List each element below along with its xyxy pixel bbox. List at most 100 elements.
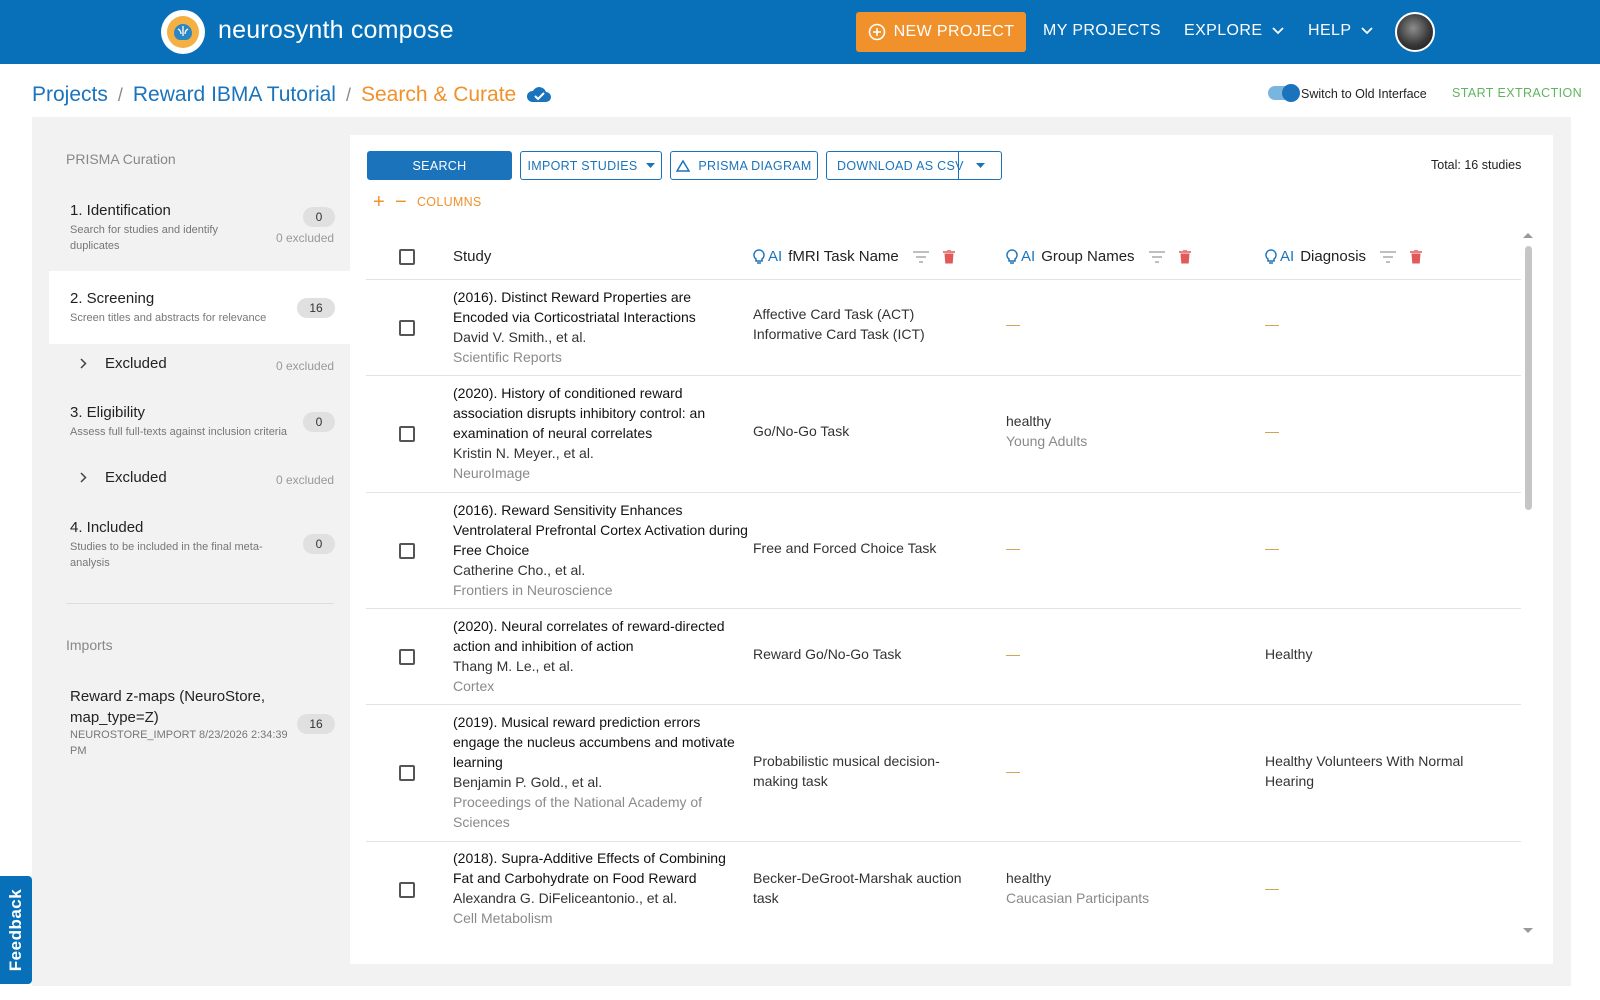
- brand-name[interactable]: neurosynth compose: [218, 16, 454, 45]
- breadcrumb-project[interactable]: Reward IBMA Tutorial: [133, 83, 336, 107]
- study-title[interactable]: (2018). Supra-Additive Effects of Combin…: [453, 848, 748, 888]
- diagnosis-cell: Healthy Volunteers With Normal Hearing: [1265, 753, 1464, 789]
- study-title[interactable]: (2020). History of conditioned reward as…: [453, 383, 748, 443]
- excluded-count: 0 excluded: [276, 359, 335, 373]
- row-checkbox[interactable]: [399, 320, 415, 336]
- filter-icon[interactable]: [1148, 250, 1165, 263]
- table-scrollbar[interactable]: [1525, 246, 1532, 510]
- ai-tag: AI: [1265, 248, 1294, 265]
- download-options-toggle[interactable]: [959, 152, 1001, 179]
- study-title[interactable]: (2016). Distinct Reward Properties are E…: [453, 287, 748, 327]
- group-names-cell: healthy Caucasian Participants: [1006, 868, 1236, 908]
- fmri-task-cell: Becker-DeGroot-Marshak auction task: [753, 870, 962, 906]
- group-subvalue: Caucasian Participants: [1006, 890, 1150, 906]
- my-projects-link[interactable]: MY PROJECTS: [1043, 22, 1161, 40]
- delete-column-icon[interactable]: [942, 249, 955, 264]
- count-badge: 0: [303, 207, 335, 227]
- caret-down-icon: [975, 163, 985, 168]
- row-checkbox[interactable]: [399, 765, 415, 781]
- ai-label: AI: [768, 248, 783, 265]
- step-desc: Screen titles and abstracts for relevanc…: [70, 312, 267, 324]
- breadcrumb-projects[interactable]: Projects: [32, 83, 108, 107]
- diagnosis-cell: —: [1265, 880, 1279, 896]
- study-journal: Cortex: [453, 678, 495, 694]
- row-checkbox[interactable]: [399, 649, 415, 665]
- excluded-count: 0 excluded: [276, 231, 335, 245]
- lightbulb-icon: [753, 249, 765, 264]
- prisma-diagram-button[interactable]: PRISMA DIAGRAM: [670, 151, 818, 180]
- screening-excluded-item[interactable]: Excluded: [80, 355, 167, 372]
- group-names-cell: —: [1006, 646, 1020, 662]
- table-row[interactable]: (2020). Neural correlates of reward-dire…: [366, 609, 1521, 705]
- columns-label[interactable]: COLUMNS: [417, 195, 482, 209]
- step-eligibility[interactable]: 3. Eligibility Assess full full-texts ag…: [70, 404, 287, 440]
- group-subvalue: Young Adults: [1006, 433, 1088, 449]
- help-menu[interactable]: HELP: [1308, 22, 1374, 40]
- new-project-button[interactable]: NEW PROJECT: [856, 12, 1026, 52]
- study-authors: Thang M. Le., et al.: [453, 658, 574, 674]
- column-diagnosis: AI Diagnosis: [1265, 248, 1423, 265]
- study-authors: Benjamin P. Gold., et al.: [453, 774, 603, 790]
- explore-menu[interactable]: EXPLORE: [1184, 22, 1285, 40]
- chevron-right-icon: [80, 358, 87, 369]
- ai-label: AI: [1021, 248, 1036, 265]
- fmri-task-cell: Go/No-Go Task: [753, 423, 850, 439]
- lightbulb-icon: [1265, 249, 1277, 264]
- import-studies-button[interactable]: IMPORT STUDIES: [520, 151, 662, 180]
- step-desc: Search for studies and identify duplicat…: [70, 224, 218, 252]
- group-names-cell: healthy Young Adults: [1006, 411, 1236, 451]
- filter-icon[interactable]: [1380, 250, 1397, 263]
- import-title[interactable]: Reward z-maps (NeuroStore, map_type=Z): [70, 686, 280, 728]
- step-identification[interactable]: 1. Identification Search for studies and…: [70, 202, 240, 254]
- scroll-down-arrow[interactable]: [1523, 928, 1533, 933]
- table-row[interactable]: (2016). Reward Sensitivity Enhances Vent…: [366, 493, 1521, 609]
- delete-column-icon[interactable]: [1178, 249, 1191, 264]
- delete-column-icon[interactable]: [1410, 249, 1423, 264]
- import-studies-label: IMPORT STUDIES: [527, 158, 638, 173]
- step-included[interactable]: 4. Included Studies to be included in th…: [70, 519, 280, 571]
- old-interface-toggle[interactable]: [1268, 84, 1300, 102]
- user-avatar[interactable]: [1395, 12, 1435, 52]
- new-project-label: NEW PROJECT: [893, 23, 1015, 40]
- study-title[interactable]: (2016). Reward Sensitivity Enhances Vent…: [453, 500, 748, 560]
- step-screening[interactable]: 2. Screening Screen titles and abstracts…: [70, 290, 266, 326]
- diagnosis-cell: —: [1265, 316, 1279, 332]
- fmri-task-cell: Probabilistic musical decision-making ta…: [753, 753, 940, 789]
- study-title[interactable]: (2020). Neural correlates of reward-dire…: [453, 616, 748, 656]
- study-cell: (2016). Distinct Reward Properties are E…: [453, 287, 748, 367]
- add-column-icon[interactable]: +: [373, 192, 385, 212]
- row-checkbox[interactable]: [399, 543, 415, 559]
- row-checkbox[interactable]: [399, 426, 415, 442]
- import-meta: NEUROSTORE_IMPORT 8/23/2026 2:34:39 PM: [70, 729, 288, 757]
- total-studies: Total: 16 studies: [1431, 158, 1522, 172]
- feedback-label: Feedback: [6, 888, 25, 972]
- table-row[interactable]: (2020). History of conditioned reward as…: [366, 376, 1521, 493]
- table-row[interactable]: (2018). Supra-Additive Effects of Combin…: [366, 842, 1521, 938]
- help-label: HELP: [1308, 22, 1352, 39]
- start-extraction-button[interactable]: START EXTRACTION: [1452, 86, 1582, 100]
- table-row[interactable]: (2019). Musical reward prediction errors…: [366, 705, 1521, 842]
- study-journal: Proceedings of the National Academy of S…: [453, 794, 703, 830]
- scroll-up-arrow[interactable]: [1523, 233, 1533, 238]
- feedback-tab[interactable]: Feedback: [0, 876, 32, 984]
- table-row[interactable]: (2016). Distinct Reward Properties are E…: [366, 280, 1521, 376]
- breadcrumb-separator: /: [117, 84, 123, 105]
- filter-icon[interactable]: [912, 250, 929, 263]
- breadcrumb: Projects / Reward IBMA Tutorial / Search…: [32, 80, 552, 110]
- select-all-checkbox[interactable]: [399, 249, 415, 265]
- caret-down-icon: [645, 163, 655, 168]
- study-journal: Frontiers in Neuroscience: [453, 582, 613, 598]
- search-button[interactable]: SEARCH: [367, 151, 512, 180]
- study-cell: (2019). Musical reward prediction errors…: [453, 712, 748, 832]
- eligibility-excluded-item[interactable]: Excluded: [80, 469, 167, 486]
- row-checkbox[interactable]: [399, 882, 415, 898]
- study-title[interactable]: (2019). Musical reward prediction errors…: [453, 712, 748, 772]
- column-fmri-task: AI fMRI Task Name: [753, 248, 955, 265]
- study-journal: Scientific Reports: [453, 349, 562, 365]
- study-authors: Catherine Cho., et al.: [453, 562, 586, 578]
- column-study[interactable]: Study: [453, 248, 491, 265]
- remove-column-icon[interactable]: −: [395, 192, 407, 212]
- step-title: 2. Screening: [70, 290, 155, 307]
- brain-logo-icon[interactable]: [161, 10, 205, 54]
- search-label: SEARCH: [412, 158, 467, 173]
